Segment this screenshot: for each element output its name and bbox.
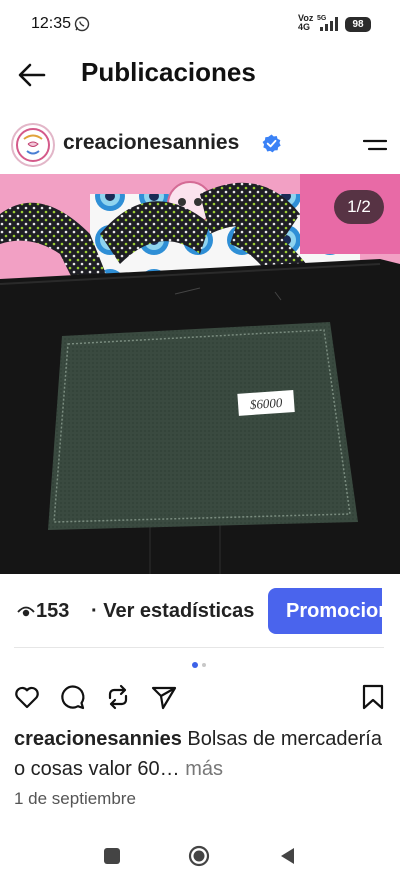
status-time: 12:35 [31, 15, 72, 32]
profile-avatar[interactable] [11, 123, 55, 167]
home-icon[interactable] [188, 845, 210, 867]
verified-badge-icon [262, 134, 281, 153]
repost-icon[interactable] [104, 683, 132, 711]
post-image[interactable]: $6000 [0, 174, 400, 574]
caption-more-link[interactable]: más [180, 758, 223, 780]
image-counter: 1/2 [334, 190, 384, 224]
carousel-dot [202, 663, 206, 667]
post-caption: creacionesannies Bolsas de mercadería o … [14, 724, 386, 784]
stats-row: 153 · Ver estadísticas Promocionar [0, 588, 400, 634]
post-username[interactable]: creacionesannies [63, 131, 239, 155]
eye-icon [17, 606, 35, 617]
recents-icon[interactable] [101, 845, 123, 867]
bag-photo: $6000 [0, 174, 400, 574]
network-voz-4g: Voz 4G [298, 13, 314, 32]
views-count: 153 [36, 600, 70, 622]
signal-icon [320, 17, 338, 31]
whatsapp-icon [74, 16, 90, 32]
comment-icon[interactable] [58, 683, 86, 711]
carousel-dot-active [192, 662, 198, 668]
price-tag-text: $6000 [249, 395, 283, 412]
post-header: creacionesannies [0, 118, 400, 174]
menu-icon[interactable] [363, 136, 387, 154]
bookmark-icon[interactable] [359, 683, 387, 711]
battery-indicator: 98 [345, 17, 371, 32]
heart-icon[interactable] [13, 683, 41, 711]
back-arrow-icon[interactable] [14, 58, 48, 92]
post-date: 1 de septiembre [14, 789, 136, 808]
page-title: Publicaciones [81, 57, 256, 87]
view-stats-link[interactable]: · Ver estadísticas [91, 600, 254, 623]
divider [14, 647, 384, 648]
top-bar: Publicaciones [0, 50, 400, 100]
promote-button[interactable]: Promocionar [268, 588, 382, 634]
caption-username[interactable]: creacionesannies [14, 728, 182, 750]
share-icon[interactable] [150, 683, 178, 711]
back-nav-icon[interactable] [277, 845, 299, 867]
status-bar: 12:35 Voz 4G 5G 98 [0, 0, 400, 50]
